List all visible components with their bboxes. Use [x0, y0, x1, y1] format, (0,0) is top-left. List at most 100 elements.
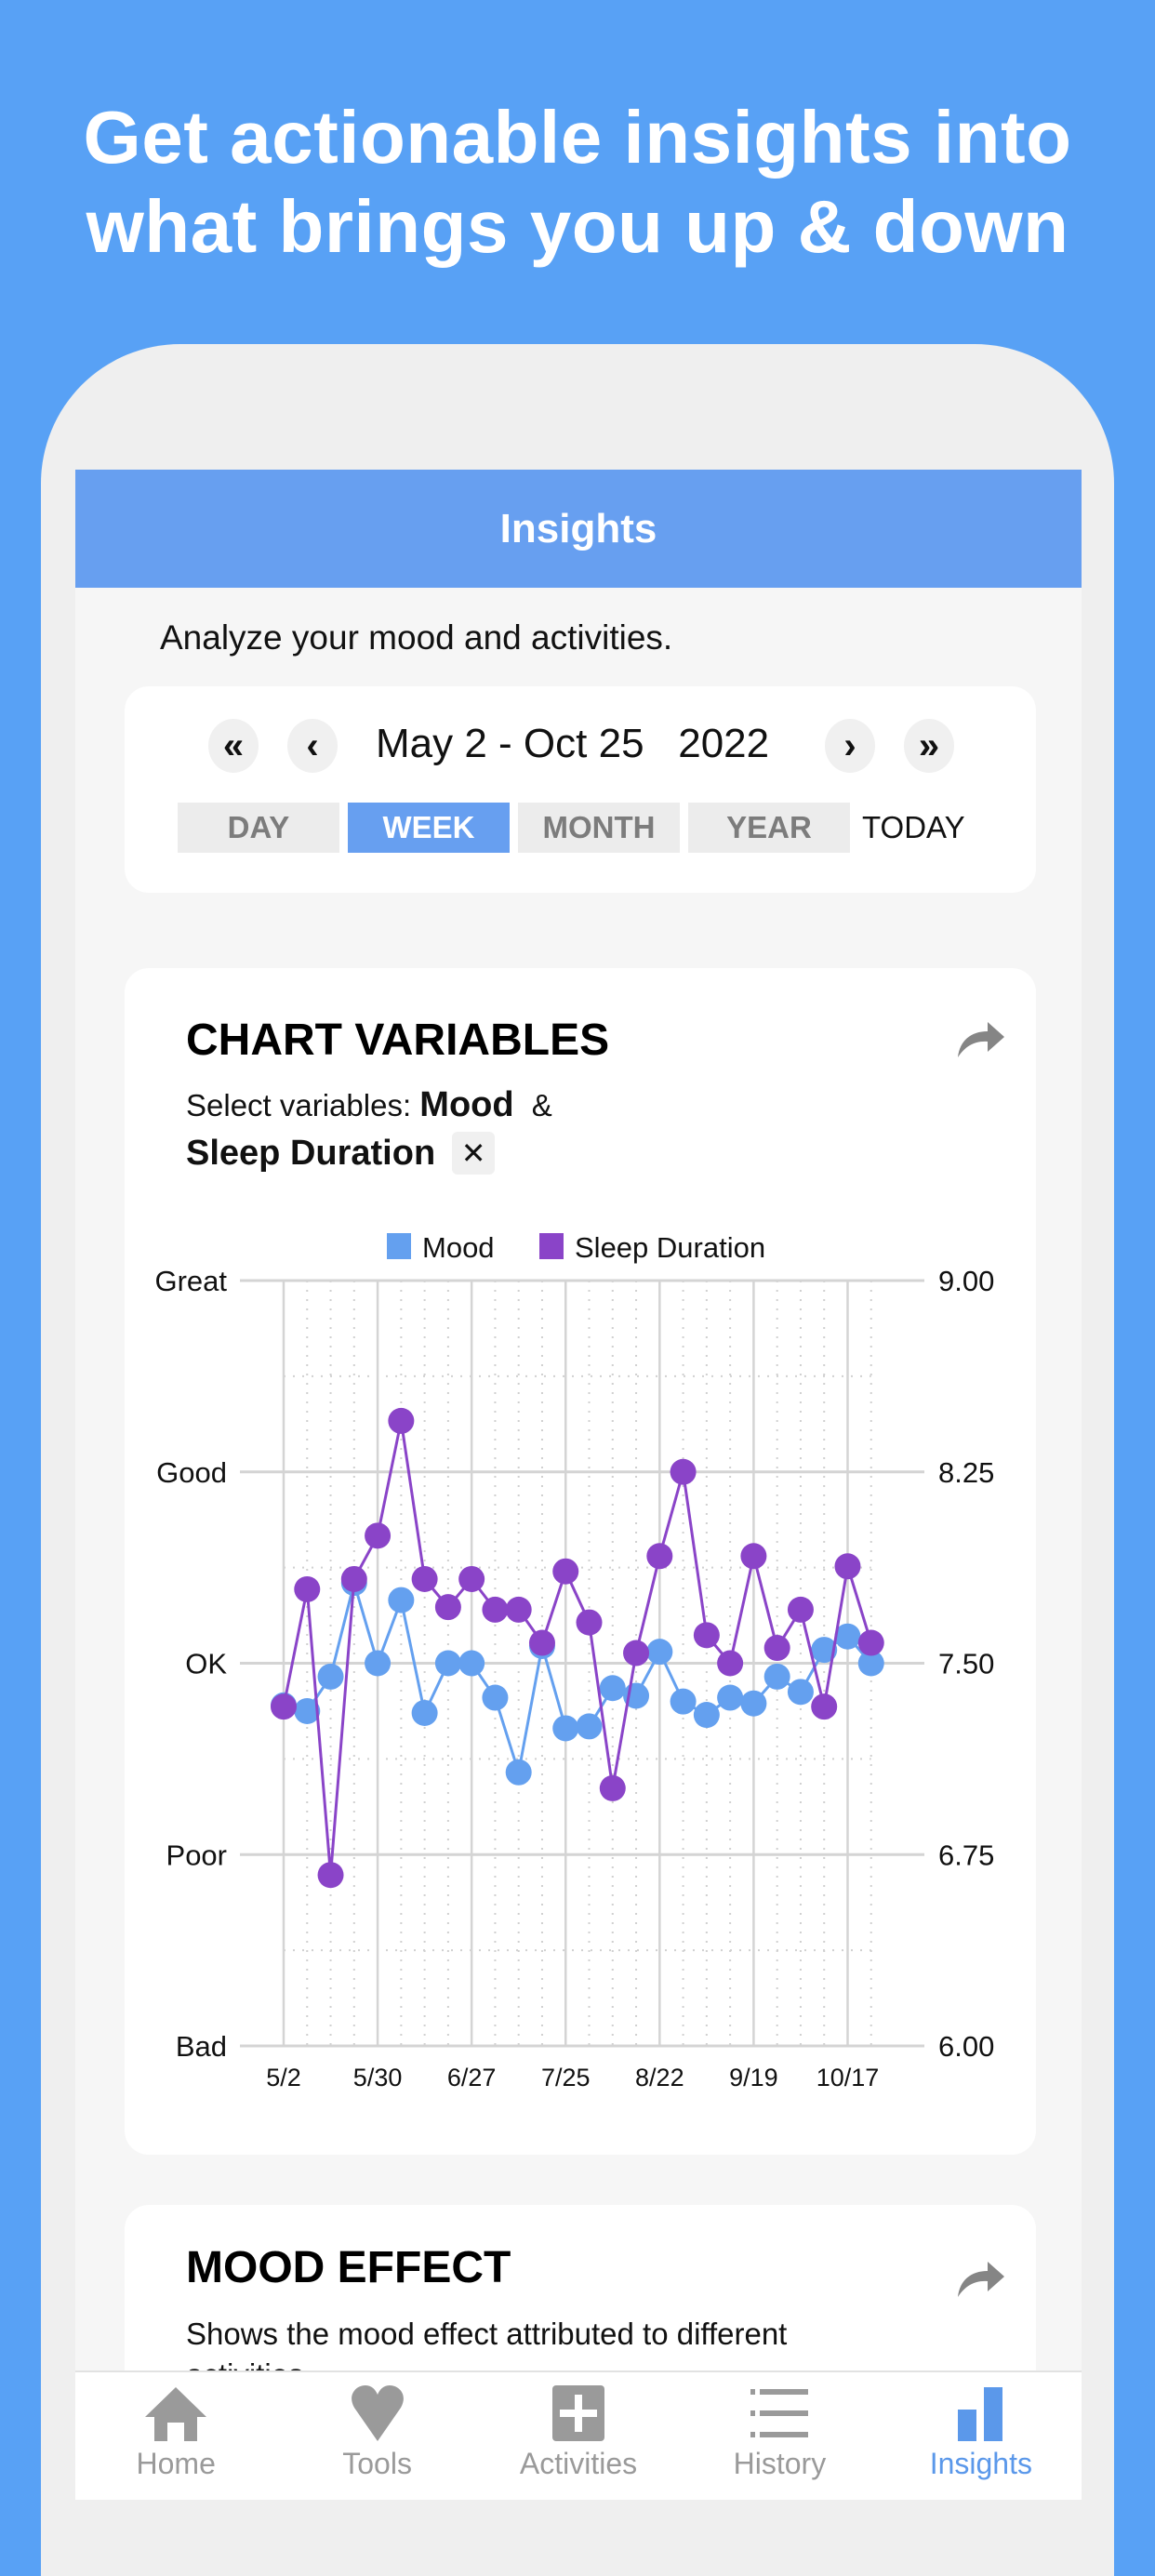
sleep-point — [340, 1565, 367, 1592]
right-axis-tick-label: 6.75 — [938, 1839, 994, 1871]
sleep-point — [365, 1522, 392, 1549]
mood-point — [317, 1663, 344, 1690]
period-day-button[interactable]: DAY — [178, 803, 339, 853]
mood-point — [693, 1702, 720, 1729]
home-icon — [145, 2387, 207, 2441]
right-axis-tick-label: 7.50 — [938, 1648, 994, 1680]
tab-history[interactable]: History — [679, 2372, 880, 2500]
mood-point — [740, 1690, 767, 1717]
chevron-right-icon: › — [843, 724, 856, 766]
mood-point — [458, 1650, 485, 1677]
mood-point — [646, 1639, 673, 1666]
mood-point — [576, 1713, 603, 1740]
page-subtitle: Analyze your mood and activities. — [160, 618, 673, 657]
mood-point — [787, 1679, 814, 1706]
tab-insights-label: Insights — [929, 2447, 1032, 2480]
sleep-point — [717, 1650, 744, 1677]
left-axis-tick-label: Poor — [166, 1839, 227, 1871]
mood-point — [599, 1675, 626, 1702]
mood-point — [763, 1663, 790, 1690]
legend-swatch — [387, 1233, 411, 1259]
double-chevron-right-icon: » — [918, 724, 940, 766]
sleep-point — [317, 1862, 344, 1889]
sleep-point — [693, 1622, 720, 1649]
mood-point — [505, 1759, 532, 1786]
bar-chart-icon — [957, 2387, 1002, 2441]
previous-period-button[interactable]: ‹ — [287, 719, 338, 773]
sleep-point — [576, 1609, 603, 1636]
date-range-label: May 2 - Oct 25 2022 — [376, 721, 769, 767]
left-axis-tick-label: Good — [156, 1456, 227, 1489]
mood-point — [365, 1650, 392, 1677]
double-chevron-left-icon: « — [222, 724, 245, 766]
sleep-point — [740, 1543, 767, 1570]
right-axis-tick-label: 9.00 — [938, 1265, 994, 1297]
sleep-point — [505, 1596, 532, 1623]
sleep-point — [670, 1458, 697, 1485]
chart-variables-card: CHART VARIABLES Select variables: Mood &… — [125, 968, 1036, 2155]
tab-insights[interactable]: Insights — [881, 2372, 1082, 2500]
x-axis-tick-label: 5/30 — [353, 2064, 403, 2091]
right-axis-tick-label: 8.25 — [938, 1456, 994, 1489]
sleep-point — [434, 1594, 461, 1621]
period-segmented-control: DAY WEEK MONTH YEAR TODAY — [178, 803, 965, 853]
sleep-point — [388, 1407, 415, 1434]
sleep-point — [458, 1565, 485, 1592]
heart-icon — [351, 2385, 404, 2441]
sleep-point — [552, 1558, 579, 1585]
mood-effect-title: MOOD EFFECT — [186, 2243, 511, 2292]
x-axis-tick-label: 10/17 — [816, 2064, 880, 2091]
page-title: Insights — [499, 505, 657, 551]
date-range-card: « ‹ May 2 - Oct 25 2022 › » DAY WEEK MON… — [125, 686, 1036, 893]
next-period-button[interactable]: › — [825, 719, 875, 773]
mood-point — [388, 1587, 415, 1613]
sleep-point — [623, 1640, 650, 1666]
mood-sleep-chart: Bad 6.00 Poor 6.75 OK 7.50 Good 8.25 Great 9.00 5/… — [154, 1231, 994, 2091]
mood-point — [670, 1688, 697, 1715]
left-axis-tick-label: OK — [185, 1648, 227, 1680]
x-axis-tick-label: 6/27 — [447, 2064, 497, 2091]
sleep-point — [763, 1635, 790, 1662]
period-week-button[interactable]: WEEK — [348, 803, 510, 853]
period-month-button[interactable]: MONTH — [518, 803, 680, 853]
tab-tools[interactable]: Tools — [276, 2372, 477, 2500]
sleep-point — [599, 1774, 626, 1801]
sleep-point — [528, 1629, 555, 1656]
app-screen: Insights Analyze your mood and activitie… — [75, 470, 1082, 2500]
promo-headline-line1: Get actionable insights into — [83, 96, 1072, 179]
sleep-point — [482, 1596, 509, 1623]
x-axis-tick-label: 8/22 — [635, 2064, 684, 2091]
share-arrow-icon[interactable] — [954, 2256, 1006, 2299]
nav-bar: Insights — [75, 470, 1082, 588]
legend-swatch — [539, 1233, 564, 1259]
right-axis-tick-label: 6.00 — [938, 2030, 994, 2063]
x-axis-tick-label: 5/2 — [266, 2064, 301, 2091]
last-period-button[interactable]: » — [904, 719, 954, 773]
sleep-point — [294, 1575, 321, 1602]
left-axis-tick-label: Bad — [176, 2030, 227, 2063]
mood-point — [552, 1715, 579, 1742]
mood-point — [482, 1684, 509, 1711]
tab-activities[interactable]: Activities — [478, 2372, 679, 2500]
first-period-button[interactable]: « — [208, 719, 259, 773]
x-axis-tick-label: 9/19 — [729, 2064, 778, 2091]
promo-headline: Get actionable insights into what brings… — [0, 93, 1155, 272]
sleep-point — [271, 1693, 297, 1720]
tab-bar: Home Tools Activities History Insights — [75, 2370, 1082, 2500]
mood-point — [434, 1650, 461, 1677]
sleep-point — [787, 1596, 814, 1623]
tab-home-label: Home — [136, 2447, 216, 2480]
sleep-point — [811, 1693, 838, 1720]
sleep-point — [834, 1553, 861, 1580]
legend-label: Mood — [422, 1231, 495, 1264]
x-axis-tick-label: 7/25 — [541, 2064, 591, 2091]
tab-home[interactable]: Home — [75, 2372, 276, 2500]
period-year-button[interactable]: YEAR — [688, 803, 850, 853]
date-year: 2022 — [678, 721, 770, 766]
tab-tools-label: Tools — [342, 2447, 412, 2480]
list-icon — [750, 2389, 809, 2437]
today-button[interactable]: TODAY — [862, 803, 965, 853]
mood-point — [411, 1699, 438, 1726]
plus-square-icon — [552, 2385, 605, 2441]
sleep-point — [411, 1565, 438, 1592]
